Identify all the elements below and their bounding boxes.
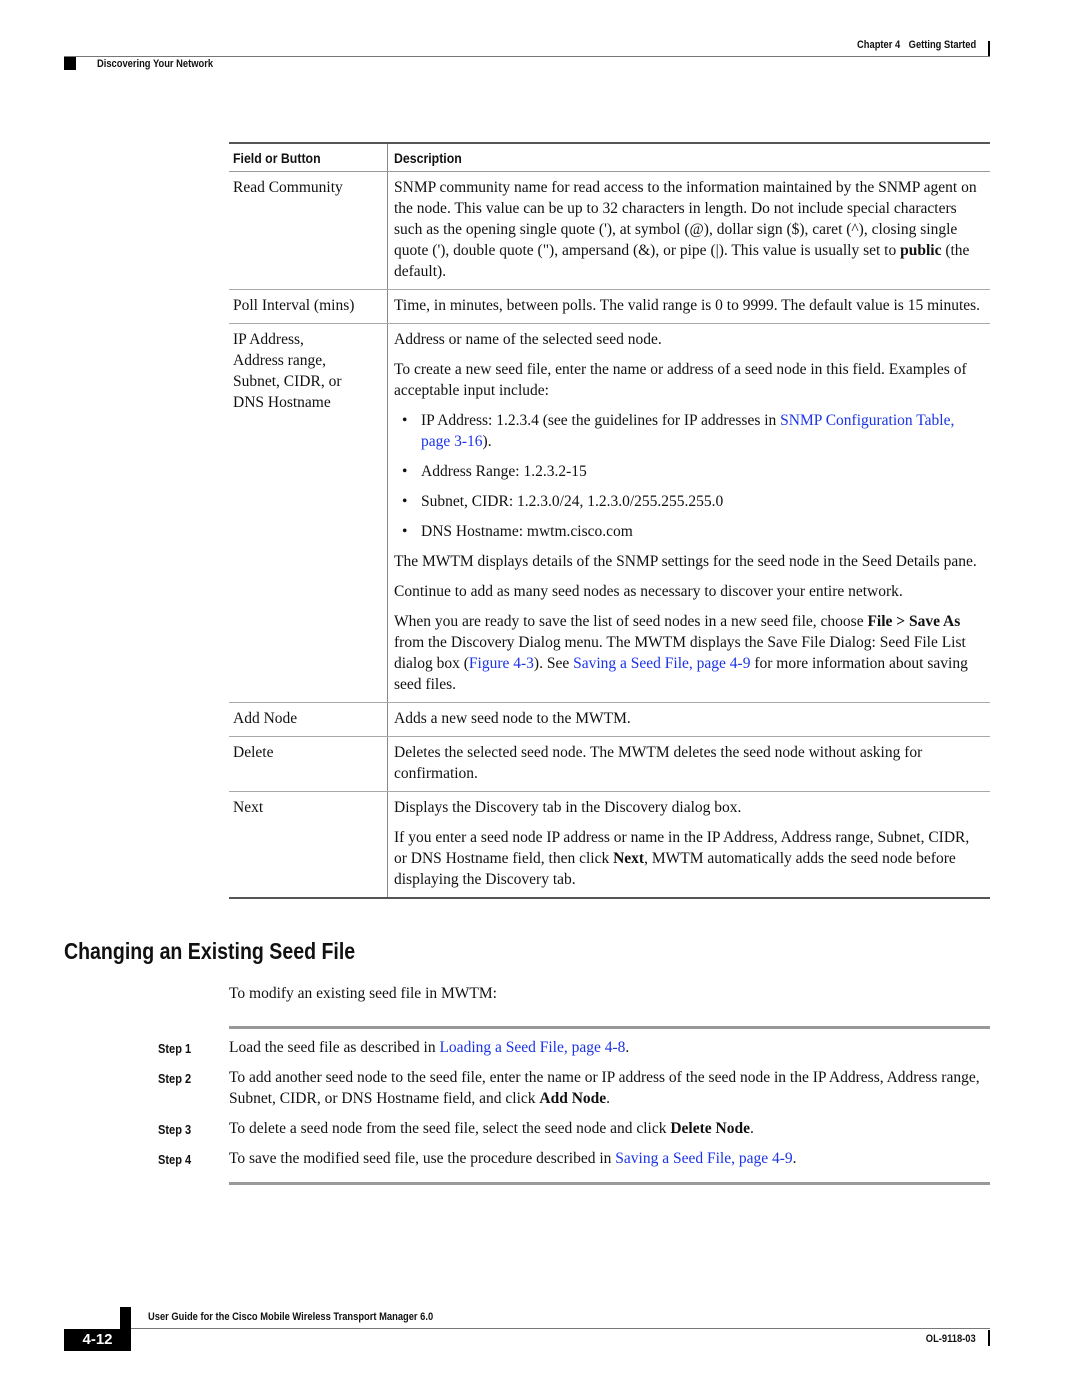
field-cell: Read Community [229,171,388,290]
description-cell: SNMP community name for read access to t… [387,171,990,290]
list-item: • DNS Hostname: mwtm.cisco.com [402,523,633,540]
chapter-title: Getting Started [908,39,976,51]
header-chapter: Chapter 4 Getting Started [848,39,976,51]
column-header-field: Field or Button [229,142,388,172]
procedure-step-3: Step 3 To delete a seed node from the se… [158,1118,990,1139]
step-label: Step 1 [158,1041,192,1056]
field-cell: Next [229,791,388,899]
input-examples-list: • IP Address: 1.2.3.4 (see the guidelines… [394,410,986,542]
list-item: • Subnet, CIDR: 1.2.3.0/24, 1.2.3.0/255.2… [402,493,724,510]
list-item: • IP Address: 1.2.3.4 (see the guidelines… [402,412,955,450]
table-row: Delete Deletes the selected seed node. T… [229,736,990,792]
procedure-step-2: Step 2 To add another seed node to the s… [158,1069,980,1107]
description-cell: Displays the Discovery tab in the Discov… [387,791,990,899]
default-value: public [900,242,942,259]
table-header-row: Field or Button Description [229,142,990,172]
loading-seed-file-link[interactable]: Loading a Seed File, page 4-8 [439,1039,625,1056]
column-header-description: Description [387,142,990,172]
description-cell: Adds a new seed node to the MWTM. [387,702,990,737]
description-cell: Address or name of the selected seed nod… [387,323,990,703]
step-label: Step 4 [158,1152,192,1167]
footer-rule [131,1328,990,1329]
header-rule [64,56,990,57]
procedure-bottom-rule [229,1182,990,1185]
description-cell: Deletes the selected seed node. The MWTM… [387,736,990,792]
field-cell: IP Address, Address range, Subnet, CIDR,… [229,323,388,703]
procedure-top-rule [229,1026,990,1029]
header-section-title: Discovering Your Network [97,58,214,70]
field-cell: Delete [229,736,388,792]
footer-book-title: User Guide for the Cisco Mobile Wireless… [148,1311,434,1323]
section-heading: Changing an Existing Seed File [64,938,356,964]
header-square-marker [64,57,76,70]
header-bar-marker [988,41,990,56]
list-item: • Address Range: 1.2.3.2-15 [402,463,587,480]
bullet-icon: • [402,412,408,429]
table-row: Add Node Adds a new seed node to the MWT… [229,702,990,737]
bullet-icon: • [402,493,408,510]
footer-square-marker [120,1307,131,1329]
table-row: IP Address, Address range, Subnet, CIDR,… [229,323,990,703]
field-cell: Add Node [229,702,388,737]
page-number: 4-12 [64,1329,131,1351]
chapter-number: Chapter 4 [856,39,900,51]
field-description-table: Field or Button Description Read Communi… [229,142,990,899]
document-id: OL-9118-03 [926,1333,976,1345]
step-label: Step 2 [158,1071,192,1086]
table-row: Read Community SNMP community name for r… [229,171,990,290]
step-label: Step 3 [158,1122,192,1137]
menu-path: File > Save As [867,613,961,630]
saving-seed-file-link[interactable]: Saving a Seed File, page 4-9 [615,1150,792,1167]
field-cell: Poll Interval (mins) [229,289,388,324]
bullet-icon: • [402,523,408,540]
section-intro: To modify an existing seed file in MWTM: [229,985,497,1002]
table-row: Poll Interval (mins) Time, in minutes, b… [229,289,990,324]
procedure-step-1: Step 1 Load the seed file as described i… [158,1037,990,1058]
table-row: Next Displays the Discovery tab in the D… [229,791,990,899]
procedure-step-4: Step 4 To save the modified seed file, u… [158,1148,990,1169]
footer-bar-marker [988,1330,990,1346]
bullet-icon: • [402,463,408,480]
description-cell: Time, in minutes, between polls. The val… [387,289,990,324]
saving-seed-file-link[interactable]: Saving a Seed File, page 4-9 [573,655,750,672]
figure-4-3-link[interactable]: Figure 4-3 [469,655,534,672]
